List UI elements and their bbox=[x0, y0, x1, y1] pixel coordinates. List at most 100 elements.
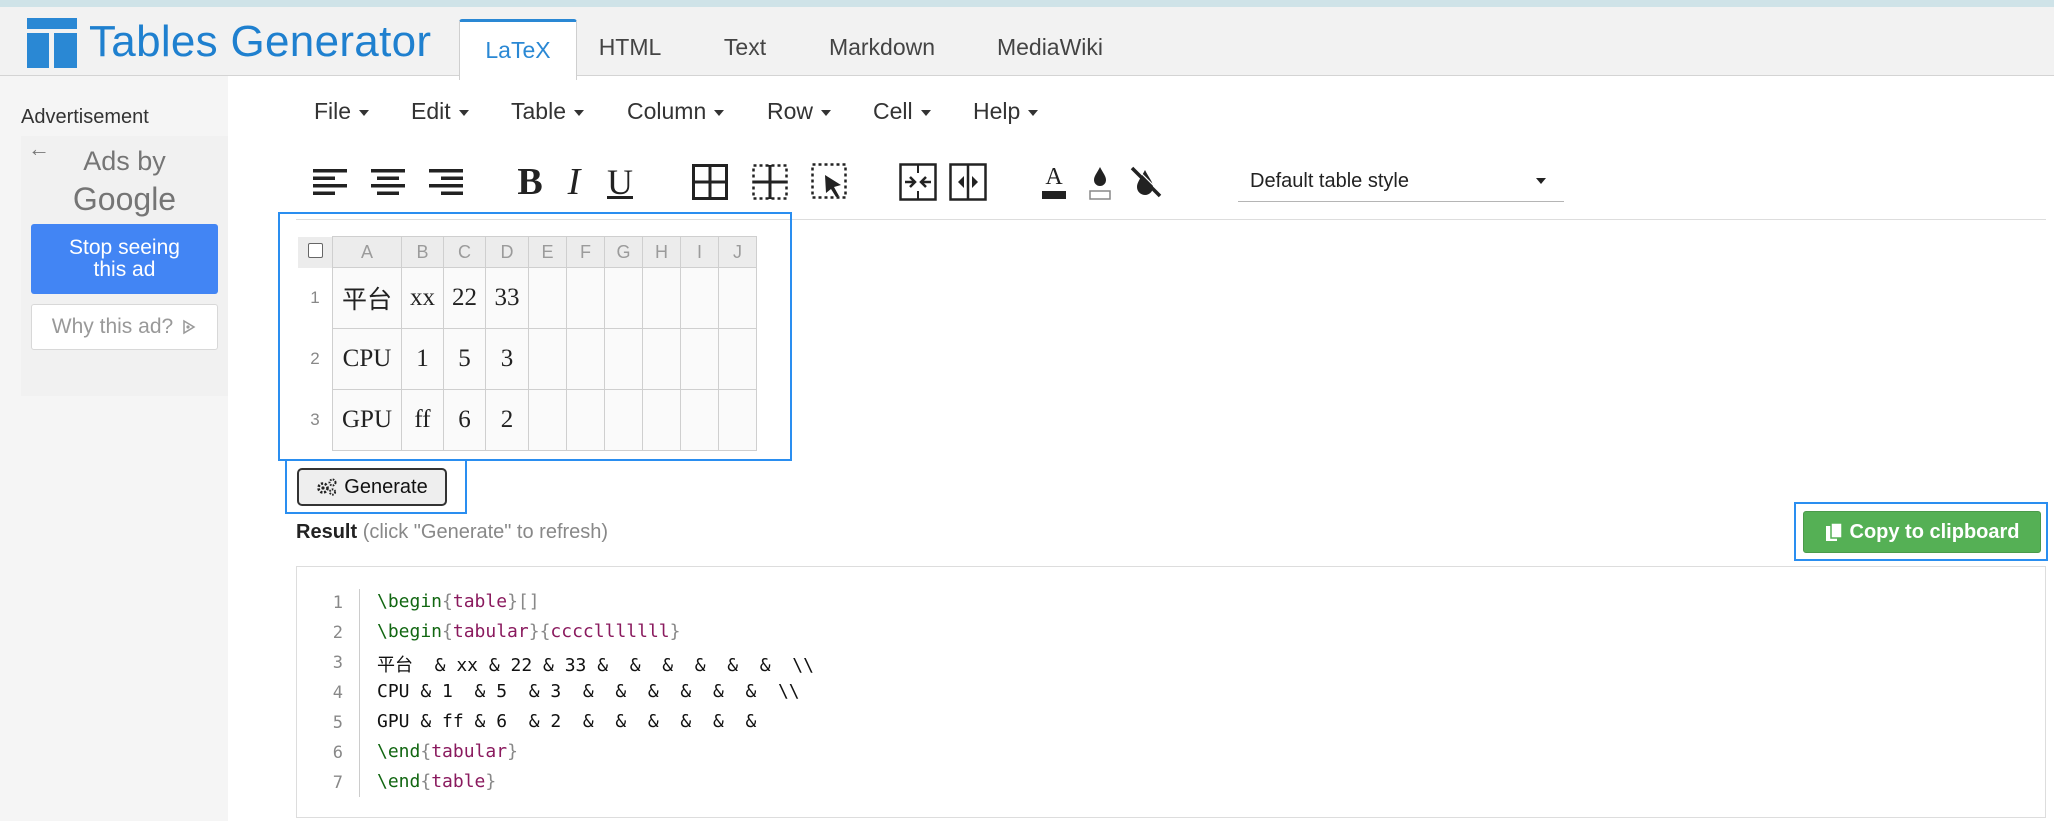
table-cell[interactable] bbox=[680, 389, 719, 451]
line-number: 5 bbox=[332, 713, 343, 733]
table-cell[interactable] bbox=[642, 389, 681, 451]
table-cell[interactable]: 5 bbox=[443, 328, 486, 390]
brand-title[interactable]: Tables Generator bbox=[89, 17, 431, 67]
tab-html[interactable]: HTML bbox=[578, 19, 682, 76]
menu-column-label: Column bbox=[627, 98, 707, 124]
gutter-divider bbox=[359, 589, 360, 797]
table-cell[interactable]: 平台 bbox=[332, 267, 402, 329]
tab-text[interactable]: Text bbox=[700, 19, 790, 76]
stop-seeing-ad-button[interactable]: Stop seeing this ad bbox=[31, 224, 218, 294]
select-all-checkbox[interactable] bbox=[298, 236, 333, 268]
row-header[interactable]: 1 bbox=[298, 267, 333, 329]
tab-markdown[interactable]: Markdown bbox=[812, 19, 952, 76]
table-cell[interactable] bbox=[680, 328, 719, 390]
column-header[interactable]: C bbox=[443, 236, 486, 268]
logo-icon[interactable] bbox=[27, 18, 77, 68]
menu-file[interactable]: File bbox=[314, 98, 370, 125]
copy-to-clipboard-button[interactable]: Copy to clipboard bbox=[1803, 511, 2041, 553]
table-cell[interactable] bbox=[680, 267, 719, 329]
caret-icon bbox=[1028, 109, 1039, 116]
table-cell[interactable]: CPU bbox=[332, 328, 402, 390]
text-color-icon[interactable]: A bbox=[1032, 160, 1076, 204]
table-cell[interactable] bbox=[528, 389, 567, 451]
table-cell[interactable]: xx bbox=[401, 267, 444, 329]
column-header[interactable]: B bbox=[401, 236, 444, 268]
table-cell[interactable]: 3 bbox=[485, 328, 529, 390]
select-borders-icon[interactable] bbox=[808, 160, 852, 204]
row-header[interactable]: 3 bbox=[298, 389, 333, 451]
tab-mediawiki[interactable]: MediaWiki bbox=[980, 19, 1120, 76]
row-header[interactable]: 2 bbox=[298, 328, 333, 390]
line-number: 2 bbox=[332, 623, 343, 643]
table-cell[interactable]: 33 bbox=[485, 267, 529, 329]
background-color-icon[interactable] bbox=[1078, 160, 1122, 204]
table-cell[interactable] bbox=[718, 267, 757, 329]
google-text: Google bbox=[72, 181, 177, 217]
code-token: \begin bbox=[377, 591, 443, 612]
code-token: { bbox=[442, 621, 453, 642]
table-cell[interactable] bbox=[718, 389, 757, 451]
line-number: 6 bbox=[332, 743, 343, 763]
table-cell[interactable] bbox=[642, 267, 681, 329]
menu-row[interactable]: Row bbox=[767, 98, 832, 125]
column-header[interactable]: D bbox=[485, 236, 529, 268]
table-cell[interactable] bbox=[718, 328, 757, 390]
inner-borders-icon[interactable] bbox=[748, 160, 792, 204]
table-cell[interactable]: 2 bbox=[485, 389, 529, 451]
bold-icon[interactable]: B bbox=[508, 160, 552, 204]
line-number: 4 bbox=[332, 683, 343, 703]
split-cells-icon[interactable] bbox=[946, 160, 990, 204]
code-token: table bbox=[431, 771, 486, 792]
line-number: 1 bbox=[332, 593, 343, 613]
merge-cells-icon[interactable] bbox=[896, 160, 940, 204]
code-line: \end{table} bbox=[377, 771, 496, 792]
table-cell[interactable] bbox=[566, 389, 605, 451]
menu-edit[interactable]: Edit bbox=[411, 98, 469, 125]
table-editor-grid: A B C D E F G H I J 1 平台 xx 22 33 2 CPU … bbox=[298, 236, 757, 451]
column-header[interactable]: A bbox=[332, 236, 402, 268]
table-cell[interactable] bbox=[642, 328, 681, 390]
clear-color-icon[interactable] bbox=[1124, 160, 1168, 204]
table-style-select[interactable]: Default table style bbox=[1238, 160, 1564, 202]
table-cell[interactable] bbox=[528, 267, 567, 329]
align-left-icon[interactable] bbox=[308, 160, 352, 204]
column-header[interactable]: J bbox=[718, 236, 757, 268]
all-borders-icon[interactable] bbox=[688, 160, 732, 204]
table-cell[interactable] bbox=[566, 267, 605, 329]
why-this-ad-button[interactable]: Why this ad? bbox=[31, 304, 218, 350]
table-cell[interactable] bbox=[566, 328, 605, 390]
table-cell[interactable] bbox=[604, 389, 643, 451]
code-line: 平台 & xx & 22 & 33 & & & & & & \\ bbox=[377, 651, 814, 677]
column-header[interactable]: E bbox=[528, 236, 567, 268]
table-cell[interactable]: 22 bbox=[443, 267, 486, 329]
column-header[interactable]: G bbox=[604, 236, 643, 268]
table-cell[interactable]: 1 bbox=[401, 328, 444, 390]
menu-column[interactable]: Column bbox=[627, 98, 725, 125]
underline-icon[interactable]: U bbox=[598, 160, 642, 204]
menu-table-label: Table bbox=[511, 98, 566, 124]
italic-icon[interactable]: I bbox=[552, 160, 596, 204]
column-header[interactable]: I bbox=[680, 236, 719, 268]
code-token: tabular bbox=[431, 741, 508, 762]
menu-table[interactable]: Table bbox=[511, 98, 584, 125]
menu-cell[interactable]: Cell bbox=[873, 98, 931, 125]
table-cell[interactable] bbox=[604, 328, 643, 390]
align-center-icon[interactable] bbox=[366, 160, 410, 204]
column-header[interactable]: H bbox=[642, 236, 681, 268]
table-cell[interactable]: GPU bbox=[332, 389, 402, 451]
table-cell[interactable] bbox=[604, 267, 643, 329]
generate-button[interactable]: Generate bbox=[297, 468, 447, 506]
table-cell[interactable]: ff bbox=[401, 389, 444, 451]
tab-latex[interactable]: LaTeX bbox=[459, 19, 577, 80]
align-right-icon[interactable] bbox=[424, 160, 468, 204]
result-code-area[interactable]: 1 2 3 4 5 6 7 \begin{table}[] \begin{tab… bbox=[296, 566, 2046, 818]
table-cell[interactable] bbox=[528, 328, 567, 390]
checkbox-icon[interactable] bbox=[307, 242, 323, 258]
table-cell[interactable]: 6 bbox=[443, 389, 486, 451]
column-header[interactable]: F bbox=[566, 236, 605, 268]
table-row: 3 GPU ff 6 2 bbox=[298, 389, 757, 451]
menu-help[interactable]: Help bbox=[973, 98, 1039, 125]
adchoices-icon bbox=[183, 319, 196, 335]
menu-edit-label: Edit bbox=[411, 98, 451, 124]
header: Tables Generator LaTeX HTML Text Markdow… bbox=[0, 7, 2054, 80]
